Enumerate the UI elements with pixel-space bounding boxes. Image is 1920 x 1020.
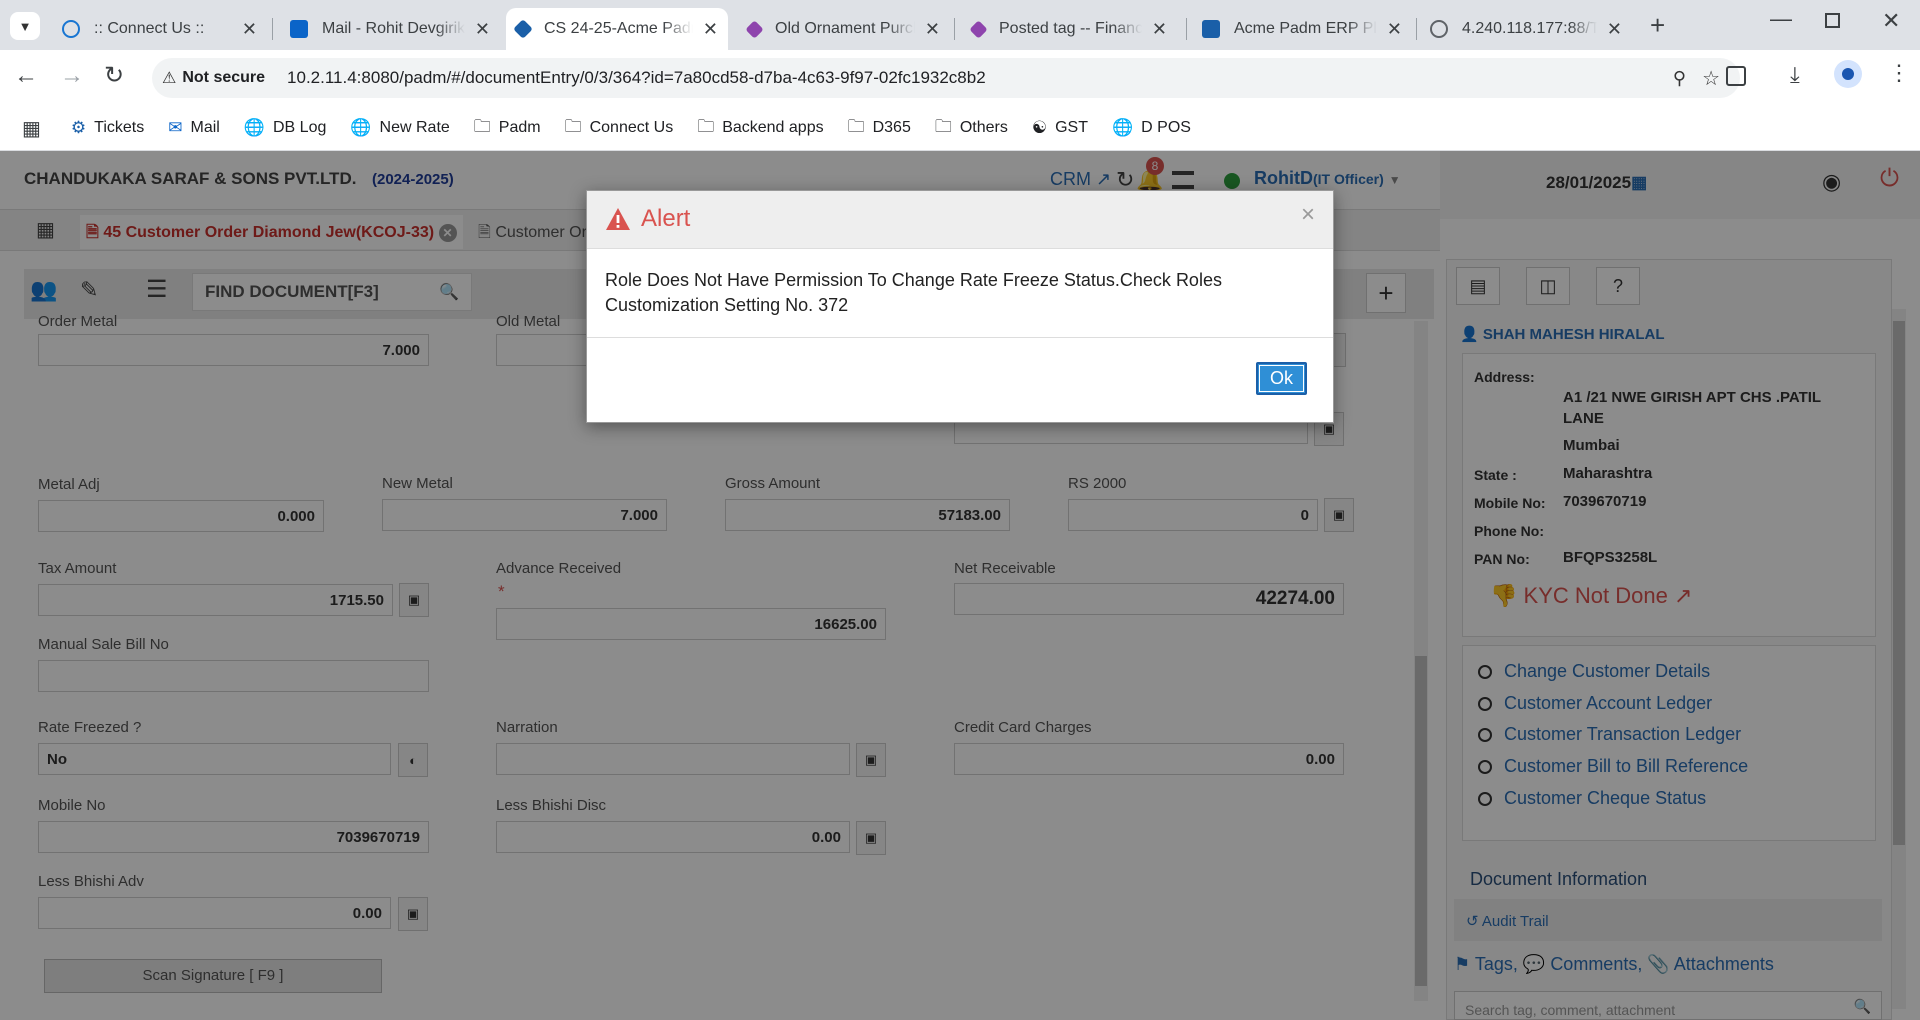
outlook-icon [290,20,308,38]
diamond-icon [745,19,764,39]
browser-tab-posted-tag[interactable]: Posted tag -- Finance ✕ [962,8,1177,50]
bookmarks-bar: ▦ ⚙ Tickets ✉ Mail 🌐 DB Log 🌐 New Rate 🗀 Padm… [0,106,1920,151]
window-close-button[interactable]: ✕ [1882,8,1900,34]
alert-message: Role Does Not Have Permission To Change … [605,270,1222,315]
profile-avatar[interactable] [1834,60,1862,88]
browser-tab-ip[interactable]: 4.240.118.177:88/TPC ✕ [1420,8,1632,50]
diamond-icon [969,19,988,39]
folder-icon: 🗀 [697,116,715,136]
globe-icon: 🌐 [243,118,265,137]
close-icon[interactable]: ✕ [703,19,718,40]
alert-footer [587,337,1333,338]
back-button[interactable]: ← [14,62,38,90]
browser-toolbar: ← → ↻ ⚠ Not secure 10.2.11.4:8080/padm/#… [0,50,1920,106]
browser-tab-acme-padm[interactable]: Acme Padm ERP Platform ✕ [1192,8,1412,50]
alert-dialog: Alert × Role Does Not Have Permission To… [586,190,1334,423]
key-icon[interactable]: ⚲ [1673,68,1686,89]
bookmark-padm[interactable]: 🗀 Padm [474,114,541,143]
reload-button[interactable]: ↻ [104,61,124,90]
ok-button[interactable]: Ok [1256,362,1307,395]
padm-icon [1202,20,1220,38]
alert-header: Alert × [587,191,1333,249]
folder-icon: 🗀 [564,116,582,136]
minimize-button[interactable]: — [1770,6,1792,32]
globe-icon [1430,20,1448,38]
download-icon[interactable]: ⤓ [1790,62,1800,88]
star-icon[interactable]: ☆ [1702,66,1720,91]
padm-icon [513,19,533,39]
close-icon[interactable]: ✕ [925,19,940,40]
bookmark-tickets[interactable]: ⚙ Tickets [71,118,144,138]
folder-icon: 🗀 [847,116,865,136]
bookmark-gst[interactable]: ☯ GST [1032,118,1088,138]
warning-icon [606,208,630,230]
browser-tab-strip: ▼ :: Connect Us :: ✕ Mail - Rohit Devgir… [0,0,1920,50]
bookmark-mail[interactable]: ✉ Mail [168,118,220,138]
emblem-icon: ☯ [1031,118,1048,137]
browser-tab-old-ornament[interactable]: Old Ornament Purchase ✕ [738,8,950,50]
outlook-icon: ✉ [168,118,183,137]
tab-search-icon[interactable]: ▼ [10,12,40,40]
browser-tab-mail[interactable]: Mail - Rohit Devgirikar ✕ [280,8,500,50]
warning-icon: ⚠ [162,70,177,87]
url-text: 10.2.11.4:8080/padm/#/documentEntry/0/3/… [287,68,986,87]
bookmark-backend-apps[interactable]: 🗀 Backend apps [697,114,823,143]
bookmark-others[interactable]: 🗀 Others [935,114,1008,143]
close-icon[interactable]: ✕ [242,19,257,40]
menu-icon[interactable]: ⋮ [1888,60,1910,86]
bookmark-db-log[interactable]: 🌐 DB Log [244,118,327,138]
react-icon: ⚙ [70,118,87,137]
bookmark-d365[interactable]: 🗀 D365 [848,114,911,143]
bookmark-connect-us[interactable]: 🗀 Connect Us [565,114,674,143]
restore-button[interactable] [1825,13,1840,28]
apps-grid-icon[interactable]: ▦ [22,116,41,141]
close-icon[interactable]: × [1301,201,1315,229]
browser-tab-connect-us[interactable]: :: Connect Us :: ✕ [52,8,267,50]
bookmark-d-pos[interactable]: 🌐 D POS [1112,118,1191,138]
extensions-icon[interactable] [1726,66,1746,86]
close-icon[interactable]: ✕ [475,19,490,40]
address-bar[interactable]: ⚠ Not secure 10.2.11.4:8080/padm/#/docum… [152,58,1740,98]
alert-title: Alert [641,205,691,232]
globe-icon: 🌐 [1112,118,1134,137]
browser-tab-padm-active[interactable]: CS 24-25-Acme Padm ✕ [506,8,728,50]
security-label: Not secure [182,69,266,86]
globe-icon: 🌐 [350,118,372,137]
close-icon[interactable]: ✕ [1607,19,1622,40]
new-tab-button[interactable]: + [1650,10,1665,41]
bookmark-new-rate[interactable]: 🌐 New Rate [350,118,449,138]
forward-button[interactable]: → [60,62,84,90]
folder-icon: 🗀 [473,116,491,136]
close-icon[interactable]: ✕ [1152,19,1167,40]
react-icon [62,20,80,38]
folder-icon: 🗀 [934,116,952,136]
close-icon[interactable]: ✕ [1387,19,1402,40]
